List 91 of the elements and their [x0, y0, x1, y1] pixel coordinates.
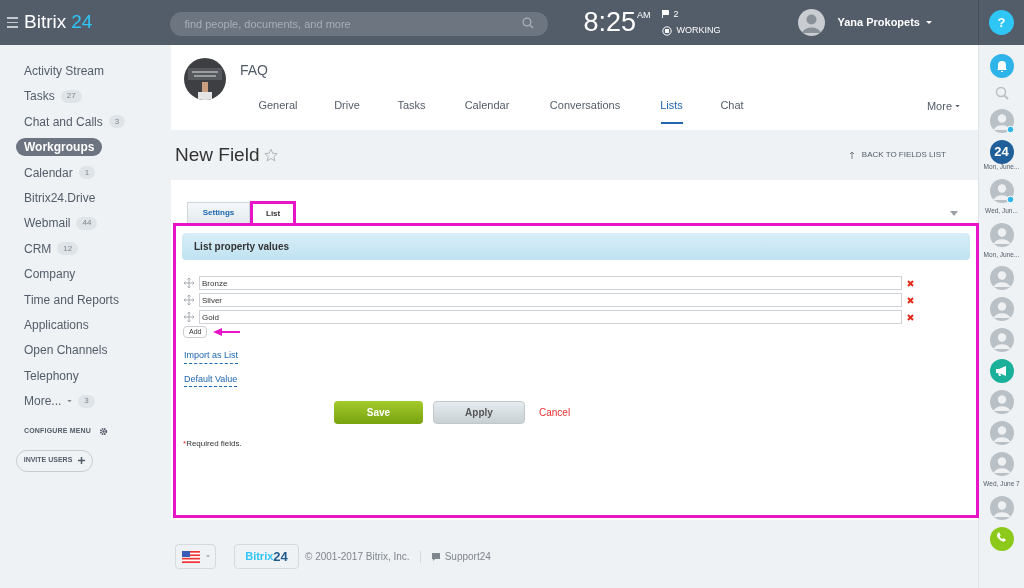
more-tab[interactable]: More: [926, 97, 960, 115]
back-arrow-icon: [849, 151, 857, 159]
notification-bell-icon[interactable]: [989, 54, 1014, 78]
sidebar-item[interactable]: More...: [16, 392, 62, 411]
user-avatar[interactable]: [798, 9, 826, 36]
avatar[interactable]: [989, 178, 1014, 203]
delete-icon[interactable]: [907, 313, 914, 321]
drag-handle-icon[interactable]: [184, 312, 194, 322]
group-name: FAQ: [240, 61, 269, 80]
delete-icon[interactable]: [907, 296, 914, 304]
caret-icon[interactable]: [67, 399, 73, 403]
user-name[interactable]: Yana Prokopets: [837, 14, 920, 31]
value-field[interactable]: Silver: [199, 293, 902, 307]
clock-time: 8:25: [583, 9, 636, 36]
chat-icon[interactable]: [430, 551, 441, 562]
avatar[interactable]: [989, 266, 1014, 291]
copyright-text: © 2001-2017 Bitrix, Inc.: [305, 550, 410, 564]
search-icon[interactable]: [522, 16, 535, 29]
sidebar-item[interactable]: Open Channels: [16, 341, 108, 360]
group-tab[interactable]: Lists: [641, 97, 702, 130]
avatar[interactable]: [989, 328, 1014, 353]
value-field[interactable]: Gold: [199, 310, 902, 324]
plus-icon: [78, 457, 86, 465]
menu-icon[interactable]: [7, 17, 18, 28]
flag-icon[interactable]: [662, 10, 670, 19]
count-badge: 12: [57, 242, 79, 256]
sidebar-item[interactable]: Applications: [16, 315, 89, 334]
sidebar-item[interactable]: Tasks: [16, 87, 55, 106]
search-field[interactable]: find people, documents, and more: [170, 11, 549, 36]
back-link[interactable]: BACK TO FIELDS LIST: [849, 149, 946, 161]
drag-handle-icon[interactable]: [184, 278, 194, 288]
count-badge: 1: [78, 166, 96, 180]
caret-icon[interactable]: [926, 20, 932, 25]
clock-period: AM: [636, 9, 651, 22]
support-link[interactable]: Support24: [444, 549, 491, 564]
sidebar-item[interactable]: CRM: [16, 239, 52, 258]
avatar[interactable]: [989, 222, 1014, 247]
phone-icon[interactable]: [989, 527, 1014, 551]
avatar[interactable]: [989, 109, 1014, 133]
logo-text[interactable]: Bitrix: [24, 8, 67, 37]
group-tab[interactable]: Calendar: [445, 97, 529, 130]
arrow-annotation: [213, 327, 242, 337]
form-tab[interactable]: List: [250, 201, 297, 223]
flag-icon: [181, 550, 200, 563]
megaphone-icon[interactable]: [989, 359, 1014, 384]
sidebar-item[interactable]: Company: [16, 265, 76, 284]
count-badge: 3: [78, 394, 95, 408]
avatar[interactable]: [989, 421, 1014, 446]
sidebar-item[interactable]: Activity Stream: [16, 62, 104, 80]
caret-icon: [205, 555, 210, 558]
cancel-link[interactable]: Cancel: [539, 405, 571, 420]
group-tab[interactable]: Drive: [316, 97, 378, 130]
avatar[interactable]: [989, 496, 1014, 520]
value-field[interactable]: Bronze: [199, 276, 902, 290]
delete-icon[interactable]: [907, 279, 914, 287]
group-tab[interactable]: Chat: [702, 97, 762, 130]
star-icon[interactable]: [264, 148, 279, 162]
sidebar-item[interactable]: Telephony: [16, 366, 79, 385]
bitrix-badge[interactable]: Bitrix24: [234, 544, 299, 569]
caret-icon: [955, 104, 960, 108]
form-link[interactable]: Default Value: [184, 372, 238, 387]
app-logo[interactable]: 24: [989, 140, 1014, 164]
count-badge: 3: [108, 115, 126, 129]
sidebar-item[interactable]: Chat and Calls: [16, 112, 103, 131]
avatar[interactable]: [989, 452, 1014, 477]
sidebar-item[interactable]: Workgroups: [16, 138, 103, 157]
sidebar-item[interactable]: Time and Reports: [16, 290, 119, 309]
apply-button[interactable]: Apply: [433, 401, 525, 424]
avatar[interactable]: [989, 390, 1014, 415]
group-tab[interactable]: General: [240, 97, 316, 130]
work-status[interactable]: WORKING: [676, 24, 721, 38]
flag-count: 2: [673, 7, 679, 21]
page-title: New Field: [175, 142, 260, 167]
form-tab[interactable]: Settings: [187, 202, 250, 223]
drag-handle-icon[interactable]: [184, 295, 194, 305]
group-tab[interactable]: Conversations: [529, 97, 641, 130]
status-icon[interactable]: [662, 25, 673, 36]
logo-number[interactable]: 24: [71, 8, 93, 37]
sidebar-item[interactable]: Bitrix24.Drive: [16, 188, 96, 207]
sidebar-item[interactable]: Calendar: [16, 163, 73, 182]
count-badge: 27: [60, 89, 82, 103]
group-tab[interactable]: Tasks: [378, 97, 445, 130]
avatar[interactable]: [989, 297, 1014, 322]
search-icon[interactable]: [994, 86, 1009, 100]
section-header: List property values: [182, 233, 970, 260]
form-link[interactable]: Import as List: [184, 349, 239, 364]
language-selector[interactable]: [175, 544, 216, 569]
sidebar-item[interactable]: Webmail: [16, 214, 71, 233]
settings-icon[interactable]: [99, 426, 108, 436]
count-badge: 44: [76, 216, 98, 230]
required-note: *Required fields.: [182, 438, 243, 450]
